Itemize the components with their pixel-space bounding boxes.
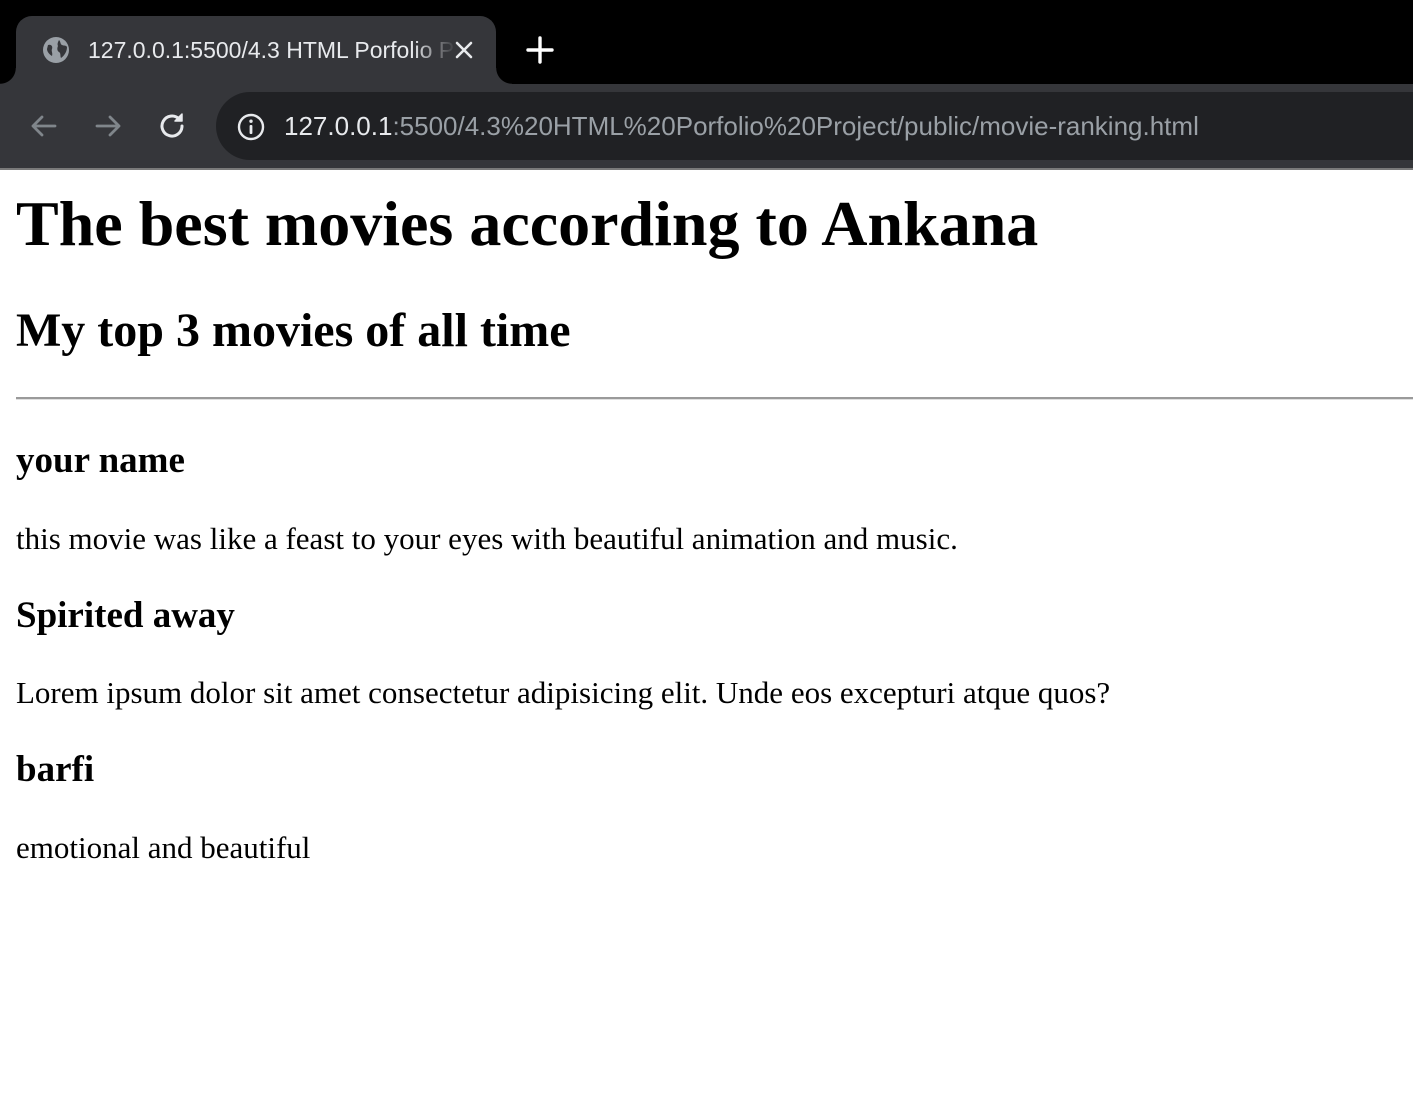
tab-strip: 127.0.0.1:5500/4.3 HTML Porfolio Project… bbox=[0, 0, 1413, 84]
browser-tab[interactable]: 127.0.0.1:5500/4.3 HTML Porfolio Project… bbox=[0, 16, 512, 84]
movie-title: your name bbox=[16, 440, 185, 481]
movie-description: Lorem ipsum dolor sit amet consectetur a… bbox=[16, 675, 1111, 710]
arrow-right-icon[interactable] bbox=[88, 106, 128, 146]
url-path: :5500/4.3%20HTML%20Porfolio%20Project/pu… bbox=[392, 111, 1199, 141]
page-content: The best movies according to Ankana My t… bbox=[0, 170, 1413, 1117]
globe-icon bbox=[42, 36, 70, 64]
movie-title: barfi bbox=[16, 749, 95, 790]
page-title: The best movies according to Ankana bbox=[16, 188, 1039, 259]
tab-title: 127.0.0.1:5500/4.3 HTML Porfolio Project… bbox=[88, 37, 456, 63]
arrow-left-icon[interactable] bbox=[24, 106, 64, 146]
movie-description: emotional and beautiful bbox=[16, 830, 311, 865]
url-text[interactable]: 127.0.0.1:5500/4.3%20HTML%20Porfolio%20P… bbox=[284, 108, 1199, 144]
address-bar[interactable]: 127.0.0.1:5500/4.3%20HTML%20Porfolio%20P… bbox=[216, 92, 1413, 160]
plus-icon[interactable] bbox=[520, 30, 560, 70]
reload-icon[interactable] bbox=[152, 106, 192, 146]
close-icon[interactable] bbox=[450, 36, 478, 64]
info-icon[interactable] bbox=[236, 112, 266, 142]
url-host: 127.0.0.1 bbox=[284, 111, 393, 141]
movie-description: this movie was like a feast to your eyes… bbox=[16, 521, 958, 556]
browser-toolbar: 127.0.0.1:5500/4.3%20HTML%20Porfolio%20P… bbox=[0, 84, 1413, 168]
movie-title: Spirited away bbox=[16, 595, 235, 636]
divider bbox=[16, 397, 1413, 400]
page-subtitle: My top 3 movies of all time bbox=[16, 304, 571, 357]
